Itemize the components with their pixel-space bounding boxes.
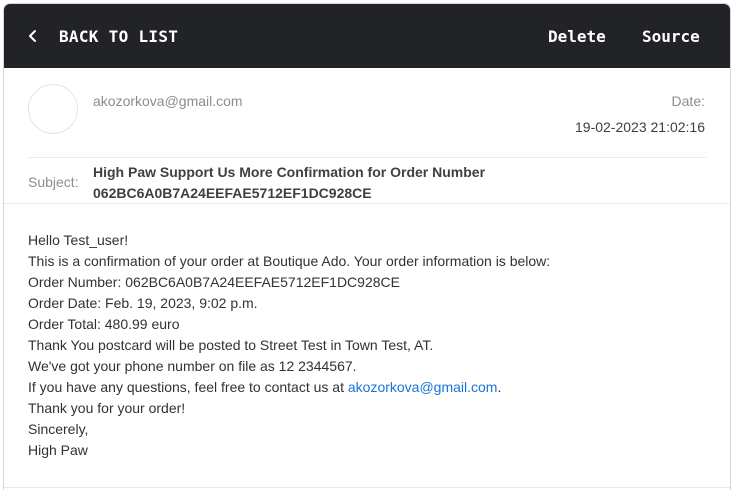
subject-text: High Paw Support Us More Confirmation fo… — [93, 164, 486, 201]
date-label: Date: — [671, 93, 705, 109]
delete-button[interactable]: Delete — [548, 4, 606, 68]
questions-prefix: If you have any questions, feel free to … — [28, 379, 348, 395]
header-divider — [28, 157, 706, 158]
body-intro: This is a confirmation of your order at … — [28, 253, 551, 269]
date-value: 19-02-2023 21:02:16 — [575, 119, 705, 135]
subject-label: Subject: — [28, 174, 79, 190]
bottom-divider — [4, 487, 730, 488]
sender-email: akozorkova@gmail.com — [93, 93, 243, 109]
body-closing: Sincerely, — [28, 421, 89, 437]
body-order-total: Order Total: 480.99 euro — [28, 316, 180, 332]
body-order-date: Order Date: Feb. 19, 2023, 9:02 p.m. — [28, 295, 258, 311]
body-greeting: Hello Test_user! — [28, 232, 129, 248]
message-body: Hello Test_user! This is a confirmation … — [28, 230, 708, 461]
body-phone: We've got your phone number on file as 1… — [28, 358, 357, 374]
email-viewer: BACK TO LIST Delete Source akozorkova@gm… — [3, 3, 731, 490]
questions-suffix: . — [497, 379, 502, 395]
body-questions: If you have any questions, feel free to … — [28, 377, 708, 398]
body-signature: High Paw — [28, 442, 88, 458]
chevron-left-icon — [29, 30, 36, 42]
sender-avatar — [28, 84, 78, 134]
body-shipping: Thank You postcard will be posted to Str… — [28, 337, 434, 353]
contact-email-link[interactable]: akozorkova@gmail.com — [348, 379, 498, 395]
source-button[interactable]: Source — [642, 4, 700, 68]
back-to-list-button[interactable]: BACK TO LIST — [24, 4, 178, 68]
body-divider — [4, 203, 730, 204]
back-to-list-label: BACK TO LIST — [59, 26, 179, 46]
body-order-number: Order Number: 062BC6A0B7A24EEFAE5712EF1D… — [28, 274, 400, 290]
body-thanks: Thank you for your order! — [28, 400, 186, 416]
top-toolbar: BACK TO LIST Delete Source — [4, 4, 730, 68]
